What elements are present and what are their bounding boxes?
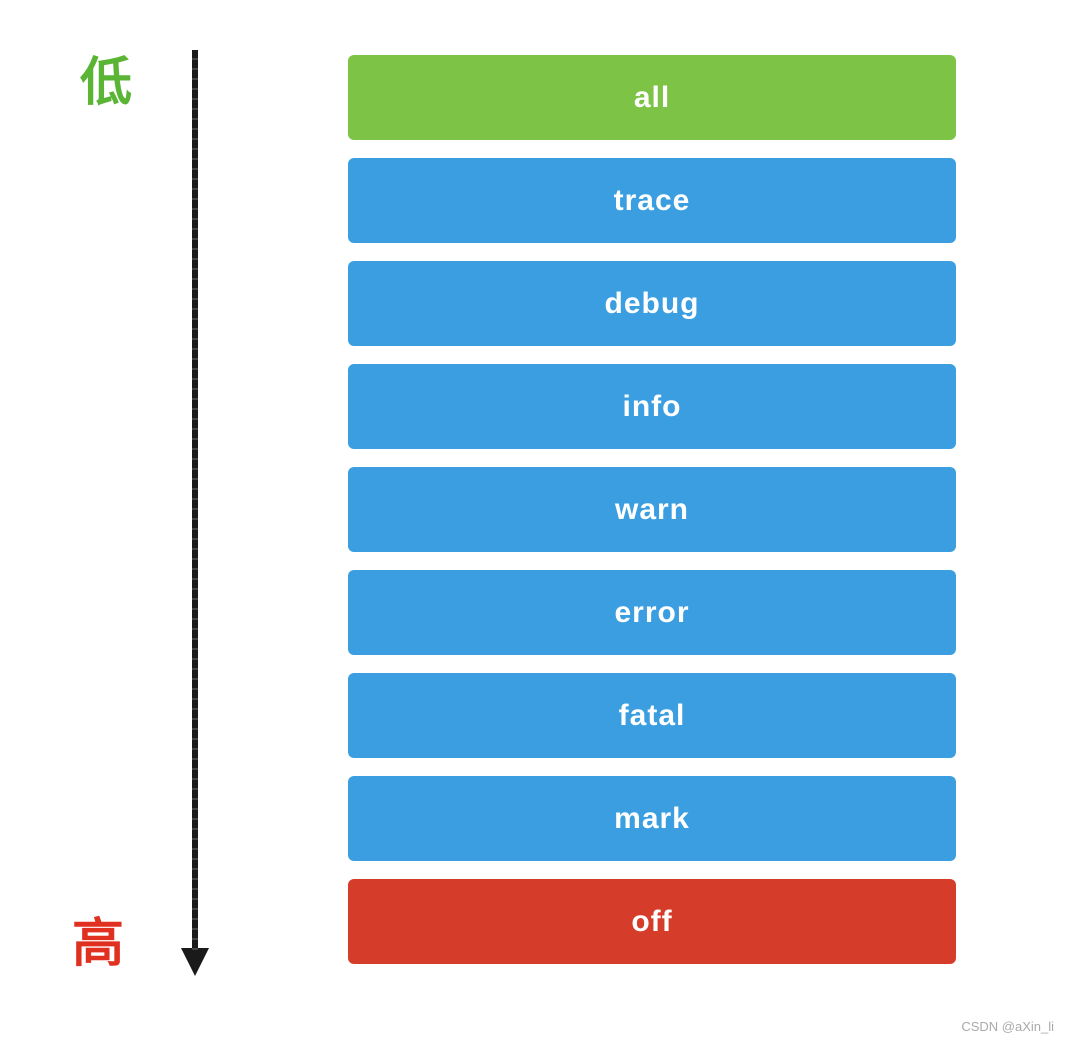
arrow-line xyxy=(192,50,198,950)
watermark: CSDN @aXin_li xyxy=(961,1019,1054,1034)
level-bar-error: error xyxy=(348,570,956,655)
level-bar-warn: warn xyxy=(348,467,956,552)
level-bar-info: info xyxy=(348,364,956,449)
priority-arrow xyxy=(185,50,205,1010)
level-label-info: info xyxy=(623,390,682,424)
arrow-head xyxy=(181,948,209,976)
level-label-off: off xyxy=(631,905,672,939)
level-bar-all: all xyxy=(348,55,956,140)
levels-list: all trace debug info warn error fatal mark off xyxy=(348,55,956,964)
level-label-debug: debug xyxy=(605,287,700,321)
level-bar-mark: mark xyxy=(348,776,956,861)
level-label-all: all xyxy=(634,81,670,115)
level-bar-trace: trace xyxy=(348,158,956,243)
level-bar-fatal: fatal xyxy=(348,673,956,758)
high-label: 高 xyxy=(72,901,124,976)
level-label-mark: mark xyxy=(614,802,690,836)
low-label: 低 xyxy=(80,40,132,115)
level-label-fatal: fatal xyxy=(619,699,686,733)
level-label-trace: trace xyxy=(614,184,691,218)
level-bar-debug: debug xyxy=(348,261,956,346)
level-label-warn: warn xyxy=(615,493,689,527)
level-label-error: error xyxy=(614,596,689,630)
level-bar-off: off xyxy=(348,879,956,964)
